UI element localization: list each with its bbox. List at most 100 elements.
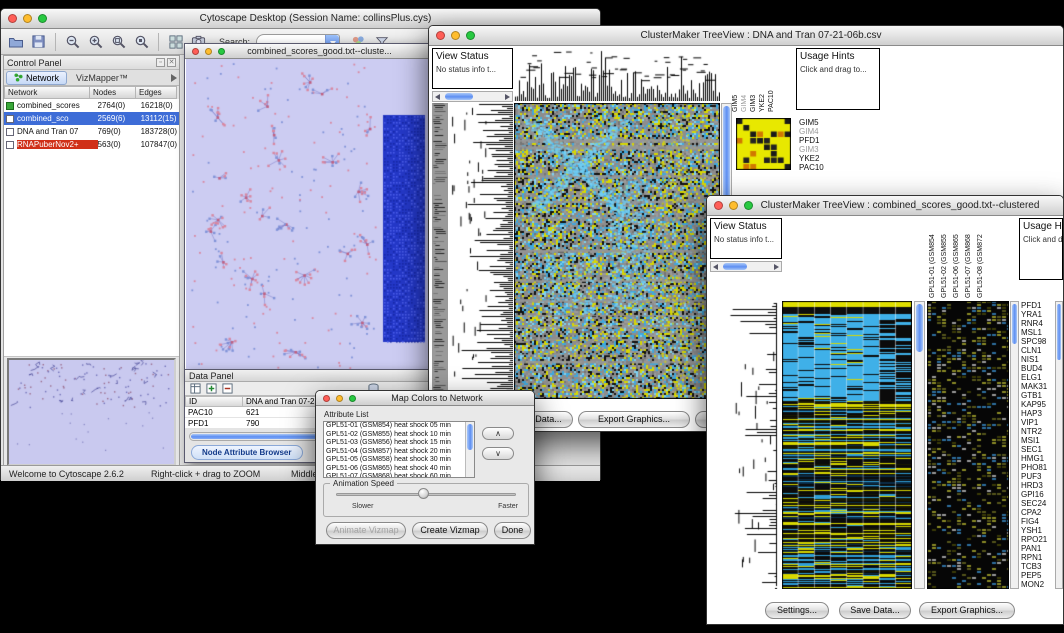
close-icon[interactable]	[192, 48, 199, 55]
attribute-listbox[interactable]: GPL51-01 (GSM854) heat shock 05 minGPL51…	[323, 421, 475, 478]
attribute-item[interactable]: GPL51-06 (GSM865) heat shock 40 min	[324, 465, 474, 474]
expression-heatmap-canvas[interactable]	[927, 301, 1009, 589]
close-panel-icon[interactable]: ✕	[167, 58, 176, 67]
treeview1-title-bar[interactable]: ClusterMaker TreeView : DNA and Tran 07-…	[429, 26, 1063, 46]
tab-node-attribute-browser[interactable]: Node Attribute Browser	[191, 445, 303, 460]
dendrogram-hscrollbar[interactable]	[710, 261, 782, 272]
gene-label[interactable]: GPI16	[1021, 490, 1054, 499]
heatmap-canvas[interactable]	[514, 103, 720, 399]
attribute-item[interactable]: GPL51-04 (GSM857) heat shock 20 min	[324, 448, 474, 457]
column-label[interactable]: GPL51-07 (GSM868	[965, 218, 977, 298]
export-graphics-button[interactable]: Export Graphics...	[578, 411, 690, 428]
close-icon[interactable]	[8, 14, 17, 23]
select-attributes-button[interactable]	[189, 383, 202, 395]
open-session-button[interactable]	[5, 31, 26, 52]
zoom-window-icon[interactable]	[466, 31, 475, 40]
table-row[interactable]: combined_scores 2764(0) 16218(0)	[4, 99, 179, 112]
row-dendrogram-canvas[interactable]	[450, 103, 513, 399]
gene-label[interactable]: NIS1	[1021, 355, 1054, 364]
id-column-header[interactable]: ID	[185, 396, 243, 407]
gene-label[interactable]: MAK31	[1021, 382, 1054, 391]
gene-label[interactable]: PAN1	[1021, 544, 1054, 553]
gene-label[interactable]: SEC24	[1021, 499, 1054, 508]
heatmap-vscrollbar[interactable]	[914, 301, 925, 589]
column-label[interactable]: PAC10	[768, 48, 777, 112]
gene-label[interactable]: CLN1	[1021, 346, 1054, 355]
scroll-thumb[interactable]	[445, 93, 473, 100]
zoom-out-button[interactable]	[62, 31, 83, 52]
gene-label[interactable]: RNR4	[1021, 319, 1054, 328]
column-label[interactable]: GPL51-01 (GSM854	[929, 218, 941, 298]
animate-vizmap-button[interactable]: Animate Vizmap	[326, 522, 406, 539]
save-data-button[interactable]: Save Data...	[839, 602, 911, 619]
create-vizmap-button[interactable]: Create Vizmap	[412, 522, 488, 539]
column-header-edges[interactable]: Edges	[136, 86, 177, 99]
row-label[interactable]: PFD1	[799, 136, 851, 145]
scroll-thumb[interactable]	[1012, 304, 1017, 344]
column-label[interactable]: GPL51-02 (GSM855	[941, 218, 953, 298]
gene-label[interactable]: VIP1	[1021, 418, 1054, 427]
move-up-button[interactable]: ∧	[482, 427, 514, 440]
minimize-icon[interactable]	[451, 31, 460, 40]
gene-label[interactable]: ELG1	[1021, 373, 1054, 382]
column-label[interactable]: GIM4	[741, 48, 750, 112]
minimize-icon[interactable]	[729, 201, 738, 210]
scroll-left-icon[interactable]	[713, 264, 718, 270]
zoom-window-icon[interactable]	[218, 48, 225, 55]
gene-label[interactable]: GTB1	[1021, 391, 1054, 400]
gene-label[interactable]: MON2	[1021, 580, 1054, 589]
scroll-thumb[interactable]	[467, 424, 473, 450]
table-row[interactable]: DNA and Tran 07 769(0) 183728(0)	[4, 125, 179, 138]
gene-list-vscrollbar[interactable]	[1055, 301, 1063, 589]
network-overview-button[interactable]	[165, 31, 186, 52]
dendrogram-hscrollbar[interactable]	[432, 91, 513, 102]
column-label[interactable]: GIM3	[750, 48, 759, 112]
gene-label[interactable]: PEP5	[1021, 571, 1054, 580]
list-vscrollbar[interactable]	[465, 422, 474, 477]
minimize-icon[interactable]	[205, 48, 212, 55]
row-label[interactable]: PAC10	[799, 163, 851, 172]
heatmap-canvas[interactable]	[782, 301, 912, 589]
done-button[interactable]: Done	[494, 522, 531, 539]
close-icon[interactable]	[323, 395, 330, 402]
scroll-thumb[interactable]	[723, 263, 747, 270]
gene-label[interactable]: SPC98	[1021, 337, 1054, 346]
attribute-item[interactable]: GPL51-07 (GSM868) heat shock 60 min	[324, 473, 474, 478]
gene-label[interactable]: RPO21	[1021, 535, 1054, 544]
close-icon[interactable]	[436, 31, 445, 40]
scroll-left-icon[interactable]	[435, 94, 440, 100]
minimize-icon[interactable]	[336, 395, 343, 402]
table-row[interactable]: combined_sco 2569(6) 13112(15)	[4, 112, 179, 125]
zoom-selected-button[interactable]	[131, 31, 152, 52]
gene-label[interactable]: PUF3	[1021, 472, 1054, 481]
column-header-network[interactable]: Network	[4, 86, 90, 99]
zoom-in-button[interactable]	[85, 31, 106, 52]
gene-label[interactable]: TCB3	[1021, 562, 1054, 571]
attribute-item[interactable]: GPL51-05 (GSM858) heat shock 30 min	[324, 456, 474, 465]
attribute-item[interactable]: GPL51-02 (GSM855) heat shock 10 min	[324, 431, 474, 440]
tab-network[interactable]: Network	[6, 71, 67, 85]
tab-overflow-icon[interactable]	[171, 74, 177, 82]
column-label[interactable]: GIM5	[732, 48, 741, 112]
overview-canvas[interactable]	[9, 360, 174, 464]
gene-label[interactable]: HMG1	[1021, 454, 1054, 463]
scroll-thumb[interactable]	[916, 304, 923, 352]
settings-button[interactable]: Settings...	[765, 602, 829, 619]
gene-label[interactable]: HRD3	[1021, 481, 1054, 490]
gene-label[interactable]: SEC1	[1021, 445, 1054, 454]
scroll-right-icon[interactable]	[505, 94, 510, 100]
column-label[interactable]: GPL51-08 (GSM872	[977, 218, 989, 298]
row-label[interactable]: GIM4	[799, 127, 851, 136]
similarity-matrix-canvas[interactable]	[736, 118, 791, 170]
attribute-item[interactable]: GPL51-01 (GSM854) heat shock 05 min	[324, 422, 474, 431]
gene-label[interactable]: NTR2	[1021, 427, 1054, 436]
tab-vizmapper[interactable]: VizMapper™	[71, 72, 133, 84]
gene-label[interactable]: RPN1	[1021, 553, 1054, 562]
gene-label[interactable]: MSL1	[1021, 328, 1054, 337]
zoom-window-icon[interactable]	[38, 14, 47, 23]
minimize-icon[interactable]	[23, 14, 32, 23]
gene-label[interactable]: YRA1	[1021, 310, 1054, 319]
dialog-title-bar[interactable]: Map Colors to Network	[316, 391, 534, 406]
row-label[interactable]: GIM3	[799, 145, 851, 154]
gene-label[interactable]: BUD4	[1021, 364, 1054, 373]
